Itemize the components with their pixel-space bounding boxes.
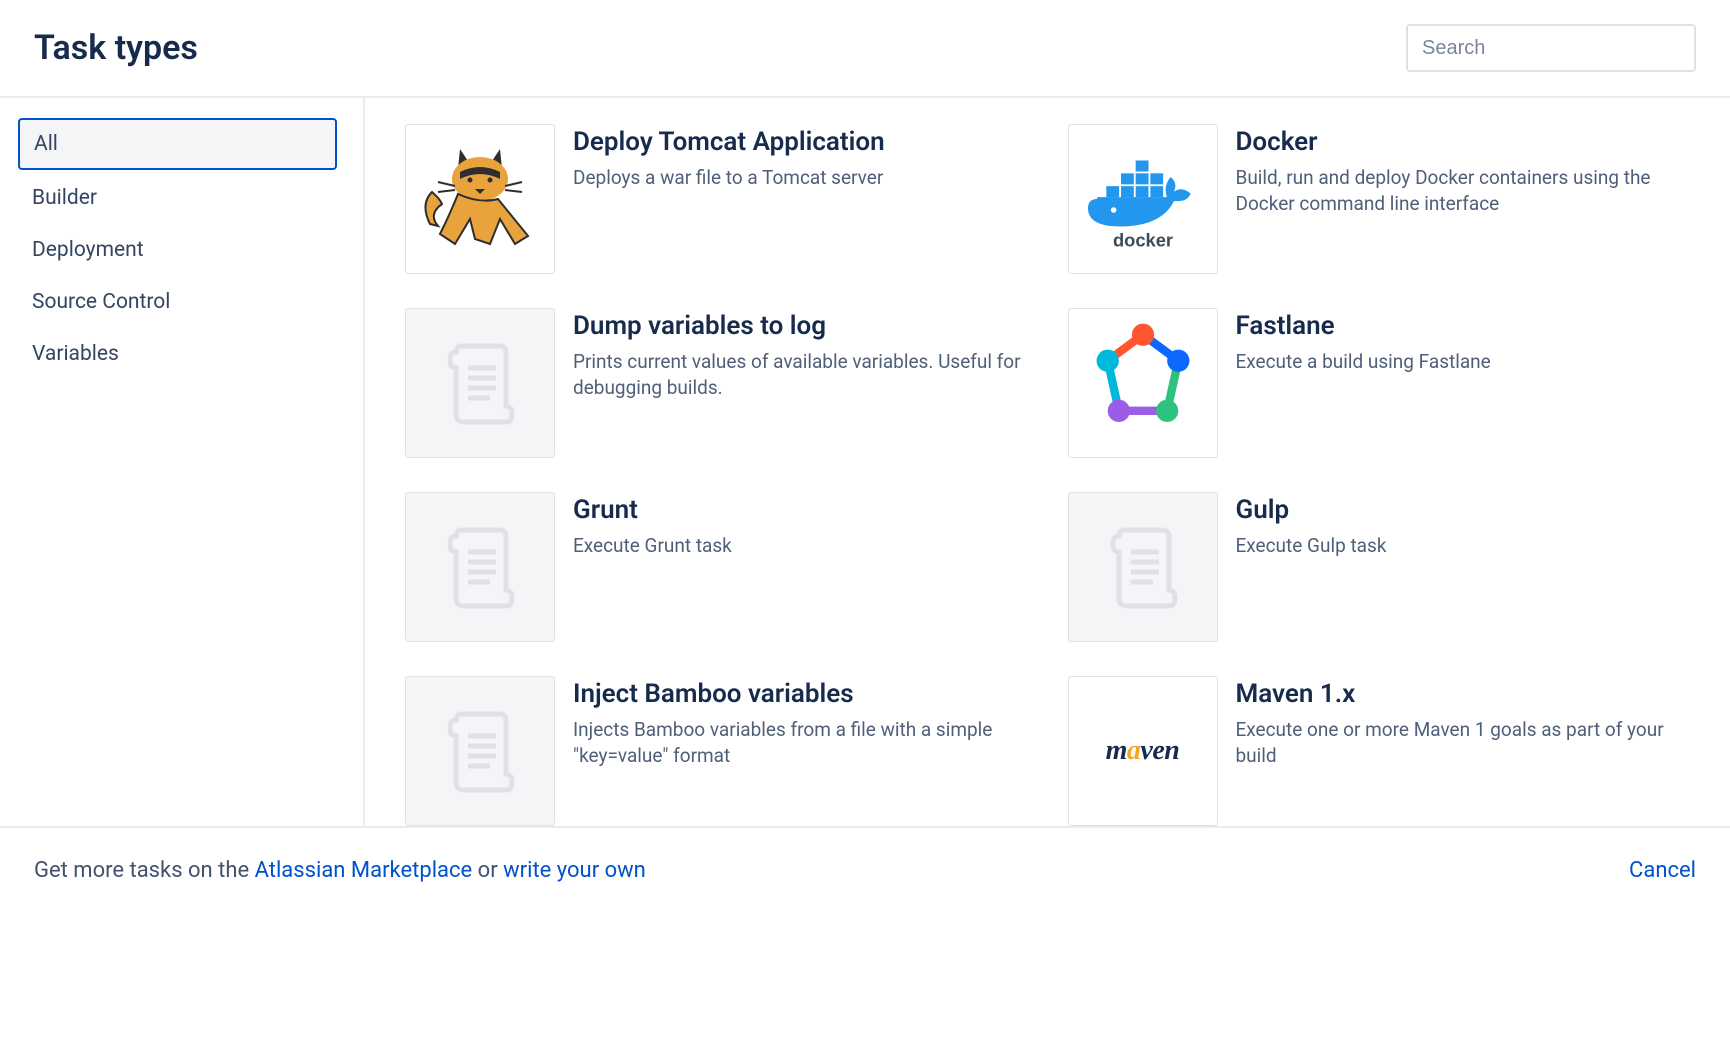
sidebar-item-variables[interactable]: Variables <box>18 330 337 378</box>
task-card[interactable]: Grunt Execute Grunt task <box>405 492 1028 642</box>
sidebar-item-label: Source Control <box>32 290 170 314</box>
tomcat-icon <box>405 124 555 274</box>
task-title: Deploy Tomcat Application <box>573 126 1028 159</box>
placeholder-icon <box>405 308 555 458</box>
sidebar-item-label: Variables <box>32 342 119 366</box>
placeholder-icon <box>405 676 555 826</box>
page-title: Task types <box>34 28 198 68</box>
task-card[interactable]: Deploy Tomcat Application Deploys a war f… <box>405 124 1028 274</box>
placeholder-icon <box>1068 492 1218 642</box>
task-title: Inject Bamboo variables <box>573 678 1028 711</box>
docker-icon: docker <box>1068 124 1218 274</box>
task-card[interactable]: Inject Bamboo variables Injects Bamboo va… <box>405 676 1028 826</box>
marketplace-link[interactable]: Atlassian Marketplace <box>255 858 473 883</box>
footer-text: Get more tasks on the Atlassian Marketpl… <box>34 858 646 883</box>
task-card[interactable]: docker Docker Build, run and deploy Docke… <box>1068 124 1691 274</box>
sidebar-item-label: All <box>34 132 58 156</box>
task-description: Prints current values of available varia… <box>573 349 1028 402</box>
task-title: Docker <box>1236 126 1691 159</box>
task-card[interactable]: Gulp Execute Gulp task <box>1068 492 1691 642</box>
task-description: Build, run and deploy Docker containers … <box>1236 165 1691 218</box>
header: Task types <box>0 0 1730 96</box>
svg-text:docker: docker <box>1112 230 1172 251</box>
task-description: Execute one or more Maven 1 goals as par… <box>1236 717 1691 770</box>
cancel-button[interactable]: Cancel <box>1629 858 1696 883</box>
task-description: Execute Grunt task <box>573 533 1028 560</box>
search-input[interactable] <box>1406 24 1696 72</box>
task-title: Maven 1.x <box>1236 678 1691 711</box>
task-title: Dump variables to log <box>573 310 1028 343</box>
task-description: Execute Gulp task <box>1236 533 1691 560</box>
task-title: Fastlane <box>1236 310 1691 343</box>
task-card[interactable]: maven Maven 1.x Execute one or more Maven… <box>1068 676 1691 826</box>
sidebar-item-all[interactable]: All <box>18 118 337 170</box>
sidebar-item-label: Deployment <box>32 238 144 262</box>
sidebar-item-source-control[interactable]: Source Control <box>18 278 337 326</box>
fastlane-icon <box>1068 308 1218 458</box>
task-description: Execute a build using Fastlane <box>1236 349 1691 376</box>
placeholder-icon <box>405 492 555 642</box>
sidebar: All Builder Deployment Source Control Va… <box>0 98 365 826</box>
write-your-own-link[interactable]: write your own <box>503 858 646 883</box>
sidebar-item-builder[interactable]: Builder <box>18 174 337 222</box>
task-title: Grunt <box>573 494 1028 527</box>
sidebar-item-deployment[interactable]: Deployment <box>18 226 337 274</box>
task-description: Injects Bamboo variables from a file wit… <box>573 717 1028 770</box>
maven-icon: maven <box>1068 676 1218 826</box>
footer: Get more tasks on the Atlassian Marketpl… <box>0 826 1730 913</box>
task-description: Deploys a war file to a Tomcat server <box>573 165 1028 192</box>
task-card[interactable]: Dump variables to log Prints current valu… <box>405 308 1028 458</box>
task-title: Gulp <box>1236 494 1691 527</box>
sidebar-item-label: Builder <box>32 186 97 210</box>
task-card[interactable]: Fastlane Execute a build using Fastlane <box>1068 308 1691 458</box>
task-list: Deploy Tomcat Application Deploys a war f… <box>365 98 1730 826</box>
